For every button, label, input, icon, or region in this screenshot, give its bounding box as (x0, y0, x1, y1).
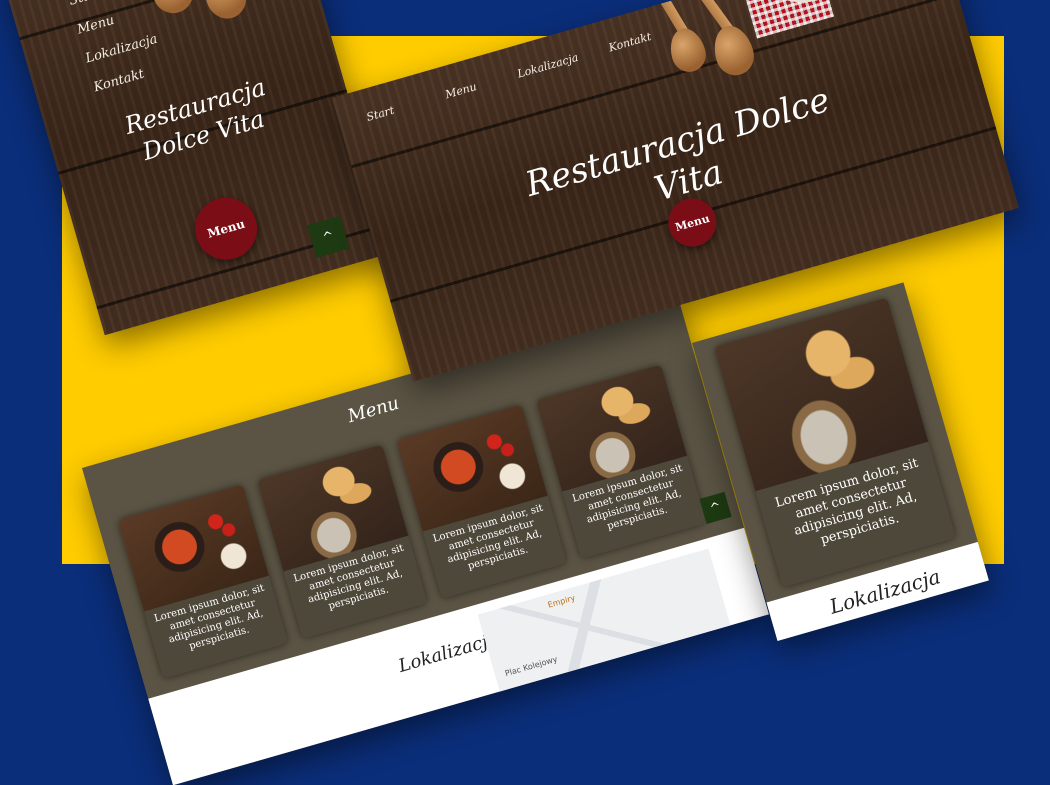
menu-card[interactable]: Lorem ipsum dolor, sit amet consectetur … (535, 364, 707, 559)
menu-card[interactable]: Lorem ipsum dolor, sit amet consectetur … (713, 297, 956, 588)
menu-section-title: Menu (345, 392, 402, 428)
scroll-top-button[interactable]: ^ (699, 491, 732, 524)
menu-card[interactable]: Lorem ipsum dolor, sit amet consectetur … (257, 444, 428, 639)
nav-kontakt[interactable]: Kontakt (92, 67, 146, 96)
map-label: Empiry (546, 593, 577, 610)
menu-card[interactable]: Lorem ipsum dolor, sit amet consectetur … (396, 404, 567, 599)
nav-menu[interactable]: Menu (76, 13, 116, 38)
menu-button[interactable]: Menu (187, 190, 265, 268)
nav-start[interactable]: Start (67, 0, 103, 9)
location-title: Lokalizacja (826, 564, 944, 619)
scroll-top-button[interactable]: ^ (307, 215, 350, 258)
nav-menu[interactable]: Menu (444, 80, 478, 101)
wooden-spoon-icon (145, 0, 198, 18)
nav-lokalizacja[interactable]: Lokalizacja (516, 51, 580, 81)
nav-lokalizacja[interactable]: Lokalizacja (84, 32, 159, 67)
nav-kontakt[interactable]: Kontakt (607, 30, 653, 55)
checkered-cloth (740, 0, 834, 39)
wooden-spoon-icon (665, 24, 710, 76)
wooden-spoon-icon (708, 21, 759, 80)
map-label: Plac Kolejowy (503, 654, 559, 679)
nav-start[interactable]: Start (365, 104, 396, 124)
wooden-spoon-icon (197, 0, 252, 24)
menu-card[interactable]: Lorem ipsum dolor, sit amet consectetur … (117, 484, 289, 679)
